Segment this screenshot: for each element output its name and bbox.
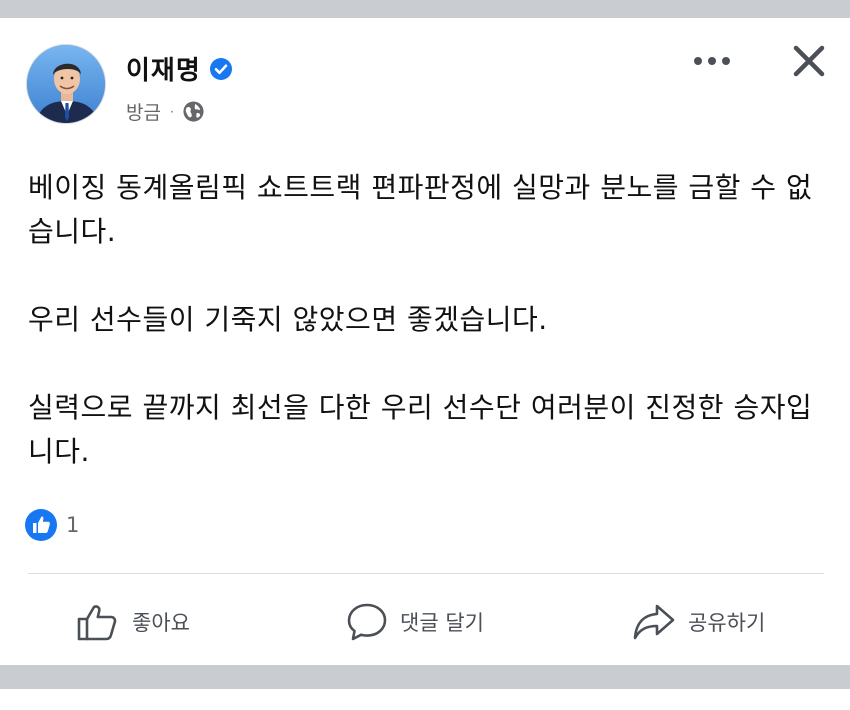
reaction-count: 1 bbox=[66, 513, 80, 537]
post-paragraph: 우리 선수들이 기죽지 않았으면 좋겠습니다. bbox=[28, 303, 548, 336]
share-button[interactable]: 공유하기 bbox=[632, 592, 765, 652]
author-row: 이재명 bbox=[126, 50, 233, 87]
globe-icon bbox=[183, 101, 204, 122]
close-icon[interactable] bbox=[790, 42, 828, 80]
post-body: 베이징 동계올림픽 쇼트트랙 편파판정에 실망과 분노를 금할 수 없습니다. … bbox=[28, 166, 828, 474]
like-button[interactable]: 좋아요 bbox=[76, 592, 190, 652]
verified-badge-icon bbox=[209, 57, 232, 80]
like-button-label: 좋아요 bbox=[132, 611, 190, 635]
more-dot bbox=[708, 57, 716, 65]
bottom-white-strip bbox=[0, 689, 850, 710]
comment-button-label: 댓글 달기 bbox=[400, 611, 484, 635]
more-dot bbox=[722, 57, 730, 65]
share-button-label: 공유하기 bbox=[688, 611, 766, 635]
like-reaction-icon bbox=[25, 509, 57, 541]
comment-icon bbox=[347, 603, 387, 641]
divider bbox=[28, 573, 824, 574]
comment-button[interactable]: 댓글 달기 bbox=[346, 592, 484, 652]
post-paragraph: 베이징 동계올림픽 쇼트트랙 편파판정에 실망과 분노를 금할 수 없습니다. bbox=[28, 171, 813, 248]
post-timestamp[interactable]: 방금 bbox=[126, 98, 161, 125]
author-name[interactable]: 이재명 bbox=[126, 50, 201, 87]
action-bar: 좋아요 댓글 달기 공유하기 bbox=[0, 592, 850, 652]
more-options-icon[interactable] bbox=[694, 54, 730, 68]
bottom-gray-band bbox=[0, 665, 850, 710]
post-paragraph: 실력으로 끝까지 최선을 다한 우리 선수단 여러분이 진정한 승자입니다. bbox=[28, 391, 813, 468]
share-icon bbox=[633, 604, 675, 640]
meta-separator: · bbox=[169, 104, 174, 119]
post-meta: 방금 · bbox=[126, 98, 205, 125]
thumbs-up-icon bbox=[77, 605, 117, 641]
post-card: 이재명 방금 · 베이징 동계올림픽 쇼트트랙 편파판정에 실망과 분노를 금할… bbox=[0, 18, 850, 665]
top-gray-band bbox=[0, 0, 850, 18]
avatar[interactable] bbox=[26, 44, 106, 124]
more-dot bbox=[694, 57, 702, 65]
reactions-summary[interactable]: 1 bbox=[24, 508, 79, 542]
